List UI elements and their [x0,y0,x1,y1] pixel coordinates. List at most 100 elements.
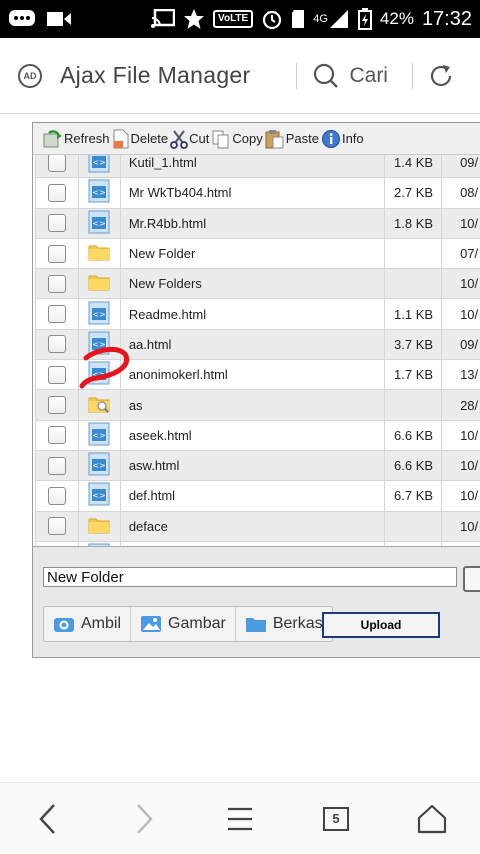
row-icon-cell: <> [77,449,121,482]
table-row[interactable]: deface 10/ [35,510,480,542]
row-checkbox[interactable] [47,426,66,445]
search-icon [314,63,339,88]
row-checkbox[interactable] [47,244,66,263]
file-name[interactable]: deface.html [119,540,386,546]
folder-name-input[interactable] [43,567,457,587]
file-size [384,268,443,300]
row-checkbox-cell [35,268,79,300]
file-picker-button[interactable]: Berkas [236,607,332,641]
row-checkbox-cell [35,389,79,421]
file-name[interactable]: def.html [119,480,386,512]
row-checkbox[interactable] [47,517,66,536]
file-name[interactable]: Mr WkTb404.html [119,177,386,209]
row-checkbox-cell [35,540,79,546]
back-button[interactable] [24,795,72,843]
clock: 17:32 [421,7,472,30]
file-name[interactable]: deface [119,510,386,542]
refresh-button[interactable]: Refresh [41,129,110,149]
copy-icon [212,130,229,148]
row-checkbox[interactable] [47,456,66,475]
network-type-label: 4G [313,12,328,25]
search-button[interactable]: Cari [313,63,388,89]
upload-button[interactable]: Upload [322,612,440,638]
file-name[interactable]: asw.html [119,449,386,482]
table-row[interactable]: <> deface.html1.5 KB10/ [35,540,480,546]
file-name[interactable]: Kutil_1.html [119,155,386,179]
table-row[interactable]: <> Mr WkTb404.html 2.7 KB 08/ [35,177,480,209]
file-name[interactable]: as [119,389,386,421]
table-row[interactable]: <> aseek.html 6.6 KB 10/ [35,419,480,451]
reload-icon[interactable] [427,62,455,90]
battery-charging-icon [357,8,372,30]
table-row[interactable]: <> anonimokerl.html 1.7 KB 13/ [35,359,480,391]
create-folder-button[interactable] [463,566,480,592]
row-checkbox[interactable] [47,305,66,324]
folder-search-icon [87,393,111,418]
page-title[interactable]: Ajax File Manager [60,62,250,89]
info-button[interactable]: Info [321,129,364,149]
table-row[interactable]: as 28/ [35,389,480,421]
home-button[interactable] [408,795,456,843]
file-name[interactable]: Readme.html [119,298,386,330]
delete-button[interactable]: Delete [112,129,168,149]
file-date: 09/ [441,328,480,361]
file-name[interactable]: New Folder [119,237,386,270]
paste-button[interactable]: Paste [265,129,319,149]
bottom-navigation: 5 [0,782,480,854]
file-name[interactable]: New Folders [119,268,386,300]
html-file-icon: <> [87,179,111,206]
camera-icon [54,618,74,632]
forward-button[interactable] [120,795,168,843]
file-size: 1.7 KB [384,359,443,391]
file-size: 6.6 KB [384,449,443,482]
file-date: 10/ [441,449,480,482]
file-name[interactable]: anonimokerl.html [119,359,386,391]
chevron-right-icon [137,803,153,834]
divider [296,62,298,89]
row-icon-cell: <> [77,540,121,546]
chevron-left-icon [39,803,55,834]
file-name[interactable]: aseek.html [119,419,386,451]
folder-icon [245,618,266,632]
tabs-button[interactable]: 5 [312,795,360,843]
menu-button[interactable] [216,795,264,843]
delete-icon [113,129,129,148]
row-checkbox-cell [35,298,79,330]
camera-picker-button[interactable]: Ambil [44,607,132,641]
table-row[interactable]: <> def.html 6.7 KB 10/ [35,480,480,512]
file-name[interactable]: Mr.R4bb.html [119,207,386,239]
status-bar: VoLTE 4G 42% 17:32 [0,0,480,38]
cut-button[interactable]: Cut [170,129,209,149]
table-row[interactable]: <> Kutil_1.html 1.4 KB 09/ [35,155,480,179]
video-icon [46,8,72,30]
image-picker-button[interactable]: Gambar [131,607,236,641]
file-name[interactable]: aa.html [119,328,386,361]
paste-icon [265,129,284,148]
browser-toolbar: AD Ajax File Manager Cari [0,38,480,114]
adblock-icon[interactable]: AD [18,63,42,88]
row-icon-cell: <> [77,207,121,239]
html-file-icon: <> [87,482,111,509]
table-row[interactable]: <> asw.html 6.6 KB 10/ [35,449,480,482]
row-checkbox[interactable] [47,274,66,293]
table-row[interactable]: New Folders 10/ [35,268,480,300]
row-checkbox[interactable] [47,183,66,202]
file-list[interactable]: <> Kutil_1.html 1.4 KB 09/<> Mr WkTb404.html… [33,155,480,547]
row-checkbox[interactable] [47,365,66,384]
row-checkbox[interactable] [47,486,66,505]
file-size: 1.4 KB [384,155,443,179]
svg-text:<>: <> [93,340,106,349]
file-date: 10/ [441,419,480,451]
table-row[interactable]: New Folder 07/ [35,237,480,270]
file-size: 6.6 KB [384,419,443,451]
row-checkbox[interactable] [47,214,66,233]
row-icon-cell [77,510,121,542]
row-checkbox[interactable] [47,335,66,354]
row-checkbox[interactable] [47,396,66,415]
row-checkbox[interactable] [47,155,66,172]
copy-button[interactable]: Copy [211,129,263,149]
table-row[interactable]: <> aa.html 3.7 KB 09/ [35,328,480,361]
row-checkbox-cell [35,510,79,542]
table-row[interactable]: <> Readme.html 1.1 KB 10/ [35,298,480,330]
table-row[interactable]: <> Mr.R4bb.html 1.8 KB 10/ [35,207,480,239]
